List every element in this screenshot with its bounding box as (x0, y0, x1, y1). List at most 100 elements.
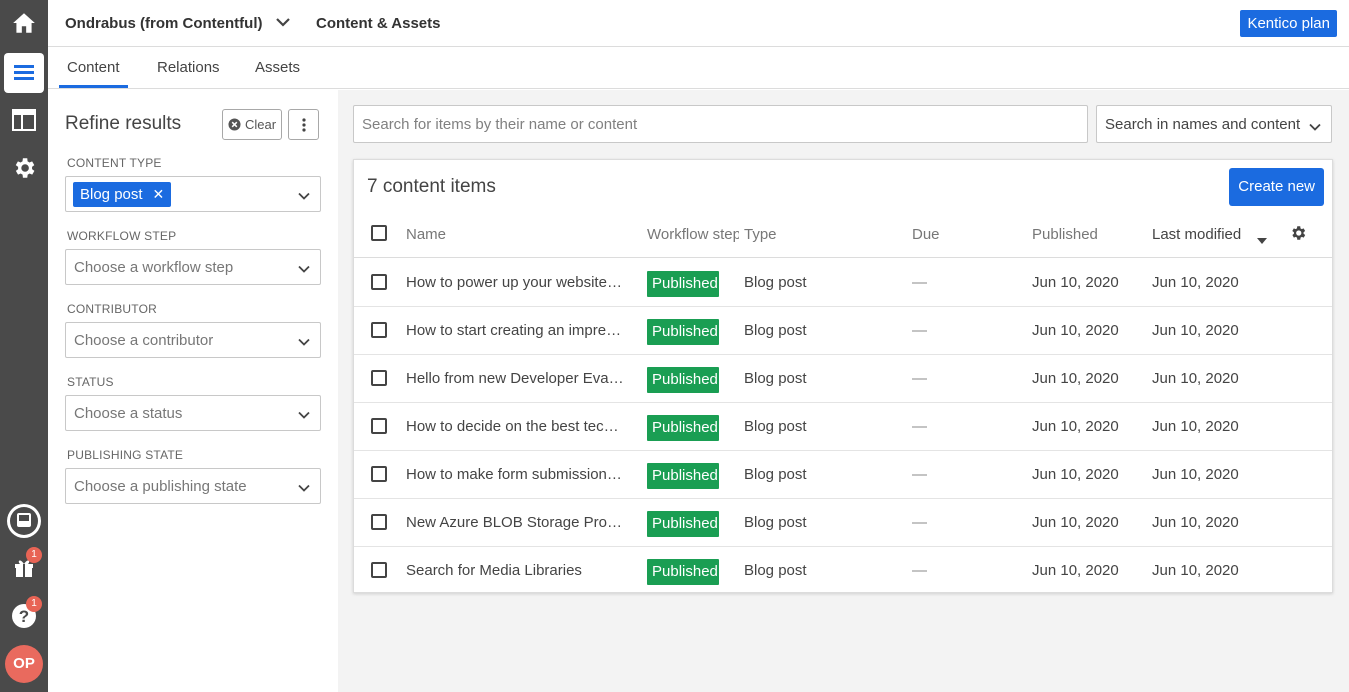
tab-assets[interactable]: Assets (255, 59, 300, 76)
kebab-icon (301, 117, 306, 132)
row-name[interactable]: How to decide on the best technology (406, 418, 626, 435)
items-count: 7 content items (367, 176, 496, 197)
chevron-down-icon (298, 335, 310, 352)
table-row[interactable]: How to decide on the best technology Publ… (354, 403, 1332, 451)
settings-gear-icon[interactable] (4, 148, 44, 188)
row-type: Blog post (744, 322, 807, 339)
column-type[interactable]: Type (744, 226, 777, 243)
create-new-button[interactable]: Create new (1229, 168, 1324, 206)
row-checkbox[interactable] (371, 370, 387, 386)
row-type: Blog post (744, 370, 807, 387)
row-last-modified: Jun 10, 2020 (1152, 418, 1239, 435)
tab-relations[interactable]: Relations (157, 59, 220, 76)
row-due: — (912, 322, 927, 339)
table-row[interactable]: New Azure BLOB Storage Provider Published… (354, 499, 1332, 547)
column-workflow[interactable]: Workflow step (647, 226, 739, 243)
main-area: Search for items by their name or conten… (338, 90, 1349, 692)
column-name[interactable]: Name (406, 226, 446, 243)
clear-label: Clear (244, 117, 277, 132)
refine-title: Refine results (65, 113, 182, 134)
row-last-modified: Jun 10, 2020 (1152, 562, 1239, 579)
publishing-state-placeholder: Choose a publishing state (74, 478, 247, 495)
workflow-badge: Published (647, 511, 719, 537)
row-published: Jun 10, 2020 (1032, 274, 1119, 291)
row-type: Blog post (744, 418, 807, 435)
contributor-select[interactable]: Choose a contributor (65, 322, 321, 358)
row-type: Blog post (744, 514, 807, 531)
content-list-panel: 7 content items Create new Name Workflow… (353, 159, 1333, 593)
row-checkbox[interactable] (371, 514, 387, 530)
row-checkbox[interactable] (371, 466, 387, 482)
chevron-down-icon[interactable] (275, 14, 291, 34)
row-due: — (912, 274, 927, 291)
row-name[interactable]: How to make form submissions work (406, 466, 626, 483)
status-select[interactable]: Choose a status (65, 395, 321, 431)
row-checkbox[interactable] (371, 562, 387, 578)
top-bar: Ondrabus (from Contentful) Content & Ass… (48, 0, 1349, 47)
row-checkbox[interactable] (371, 418, 387, 434)
column-due[interactable]: Due (912, 226, 940, 243)
workflow-step-label: WORKFLOW STEP (67, 229, 177, 243)
search-input[interactable]: Search for items by their name or conten… (353, 105, 1088, 143)
row-name[interactable]: Search for Media Libraries (406, 562, 626, 579)
table-row[interactable]: How to power up your website with ready-… (354, 259, 1332, 307)
tab-content[interactable]: Content (59, 59, 128, 88)
row-name[interactable]: New Azure BLOB Storage Provider (406, 514, 626, 531)
row-name[interactable]: How to start creating an impressive webs… (406, 322, 626, 339)
plan-button[interactable]: Kentico plan (1240, 10, 1337, 37)
row-checkbox[interactable] (371, 322, 387, 338)
status-label: STATUS (67, 375, 114, 389)
tab-bar: Content Relations Assets (48, 48, 1349, 89)
row-due: — (912, 466, 927, 483)
search-scope-select[interactable]: Search in names and content (1096, 105, 1332, 143)
chevron-down-icon (1309, 120, 1321, 137)
row-published: Jun 10, 2020 (1032, 418, 1119, 435)
row-due: — (912, 514, 927, 531)
project-name[interactable]: Ondrabus (from Contentful) (65, 15, 262, 32)
workflow-badge: Published (647, 463, 719, 489)
row-published: Jun 10, 2020 (1032, 562, 1119, 579)
content-type-label: CONTENT TYPE (67, 156, 162, 170)
row-published: Jun 10, 2020 (1032, 322, 1119, 339)
table-row[interactable]: Search for Media Libraries Published Blog … (354, 547, 1332, 595)
inbox-icon[interactable] (4, 501, 44, 541)
row-last-modified: Jun 10, 2020 (1152, 514, 1239, 531)
content-type-chip: Blog post ✕ (73, 182, 172, 207)
search-placeholder: Search for items by their name or conten… (362, 116, 638, 133)
row-name[interactable]: Hello from new Developer Evangelist (406, 370, 626, 387)
clear-filters-button[interactable]: Clear (222, 109, 282, 140)
help-icon[interactable]: ? 1 (4, 596, 44, 636)
more-options-button[interactable] (288, 109, 319, 140)
column-published[interactable]: Published (1032, 226, 1098, 243)
column-last-modified[interactable]: Last modified (1152, 226, 1241, 243)
chevron-down-icon (298, 481, 310, 498)
chip-label: Blog post (80, 186, 143, 203)
workflow-badge: Published (647, 559, 719, 585)
help-badge: 1 (26, 596, 42, 612)
chevron-down-icon (298, 408, 310, 425)
chip-remove-icon[interactable]: ✕ (153, 182, 165, 207)
workflow-step-select[interactable]: Choose a workflow step (65, 249, 321, 285)
table-row[interactable]: Hello from new Developer Evangelist Publi… (354, 355, 1332, 403)
row-last-modified: Jun 10, 2020 (1152, 322, 1239, 339)
avatar[interactable]: OP (5, 645, 43, 683)
row-last-modified: Jun 10, 2020 (1152, 274, 1239, 291)
publishing-state-select[interactable]: Choose a publishing state (65, 468, 321, 504)
content-list-icon[interactable] (4, 53, 44, 93)
table-row[interactable]: How to make form submissions work Publish… (354, 451, 1332, 499)
row-checkbox[interactable] (371, 274, 387, 290)
layout-icon[interactable] (4, 100, 44, 140)
gift-icon[interactable]: 1 (4, 547, 44, 587)
contributor-label: CONTRIBUTOR (67, 302, 157, 316)
column-settings-gear-icon[interactable] (1289, 224, 1307, 246)
section-title: Content & Assets (316, 15, 441, 32)
select-all-checkbox[interactable] (371, 225, 387, 241)
sort-desc-icon[interactable] (1256, 232, 1268, 249)
row-name[interactable]: How to power up your website with ready-… (406, 274, 626, 291)
table-row[interactable]: How to start creating an impressive webs… (354, 307, 1332, 355)
workflow-badge: Published (647, 415, 719, 441)
row-last-modified: Jun 10, 2020 (1152, 370, 1239, 387)
search-scope-value: Search in names and content (1105, 116, 1301, 133)
home-icon[interactable] (4, 3, 44, 43)
content-type-select[interactable]: Blog post ✕ (65, 176, 321, 212)
